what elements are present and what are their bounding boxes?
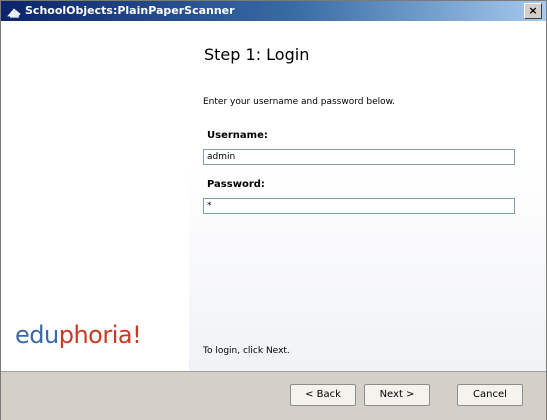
back-button[interactable]: < Back [290,384,356,406]
window-title: SchoolObjects:PlainPaperScanner [25,4,235,17]
wizard-window: SchoolObjects:PlainPaperScanner × edupho… [0,0,547,420]
instructions-text: Enter your username and password below. [203,97,396,107]
sidebar: eduphoria! [1,21,189,371]
content-panel: Step 1: Login Enter your username and pa… [189,21,546,371]
username-label: Username: [207,130,268,141]
password-label: Password: [207,179,265,190]
logo-text-phoria: phoria! [58,321,142,349]
title-bar[interactable]: SchoolObjects:PlainPaperScanner × [1,1,546,21]
logo-text-edu: edu [15,321,59,349]
page-title: Step 1: Login [204,45,310,64]
cancel-button[interactable]: Cancel [457,384,523,406]
username-input[interactable] [203,149,515,165]
next-button[interactable]: Next > [364,384,430,406]
eduphoria-logo: eduphoria! [15,321,142,349]
password-input[interactable] [203,198,515,214]
button-bar: < Back Next > Cancel [1,371,546,420]
close-button[interactable]: × [524,3,542,19]
footer-hint: To login, click Next. [203,346,290,356]
app-icon [7,4,21,18]
